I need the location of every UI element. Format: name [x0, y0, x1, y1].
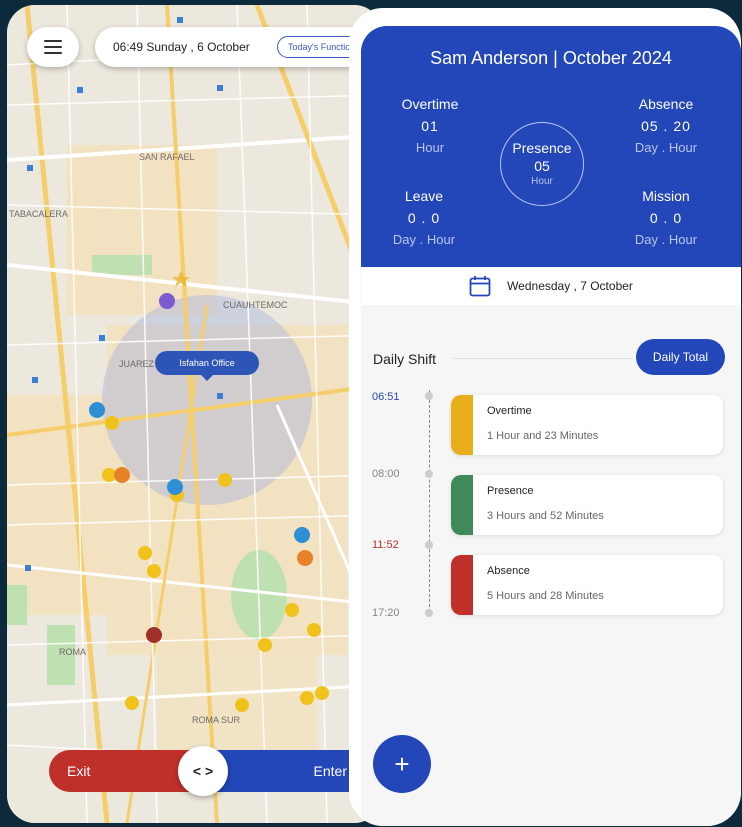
- exit-enter-control: Exit Enter < >: [49, 746, 349, 796]
- presence-value: 05: [534, 158, 550, 174]
- presence-circle: Presence 05 Hour: [500, 122, 584, 206]
- slide-toggle-knob[interactable]: < >: [178, 746, 228, 796]
- label-tabacalera: TABACALERA: [9, 209, 68, 219]
- shift-name: Overtime: [487, 405, 532, 417]
- timeline-dot: [425, 609, 433, 617]
- selected-date: Wednesday , 7 October: [507, 279, 633, 293]
- timeline-track: [429, 390, 430, 612]
- shift-color-bar: [451, 395, 473, 455]
- shift-color-bar: [451, 475, 473, 535]
- office-location-tag[interactable]: Isfahan Office: [155, 351, 259, 381]
- shift-color-bar: [451, 555, 473, 615]
- summary-header: Sam Anderson | October 2024 Overtime 01 …: [361, 26, 741, 267]
- overtime-value: 01: [421, 118, 439, 134]
- shift-duration: 1 Hour and 23 Minutes: [487, 430, 599, 442]
- shift-card-presence[interactable]: Presence 3 Hours and 52 Minutes: [451, 475, 723, 535]
- label-cuauhtemoc: CUAUHTEMOC: [223, 300, 288, 310]
- label-roma: ROMA: [59, 647, 86, 657]
- shift-duration: 3 Hours and 52 Minutes: [487, 510, 604, 522]
- leave-unit: Day . Hour: [392, 232, 456, 247]
- absence-unit: Day . Hour: [634, 140, 698, 155]
- mission-value: 0 . 0: [649, 210, 683, 226]
- leave-stat: Leave 0 . 0 Day . Hour: [369, 188, 479, 247]
- time-label: 17:20: [372, 607, 400, 619]
- daily-shift-title: Daily Shift: [373, 351, 437, 367]
- daily-shift-section: Daily Shift Daily Total 06:51 08:00 11:5…: [361, 305, 741, 826]
- date-selector[interactable]: Wednesday , 7 October: [361, 267, 741, 305]
- plus-icon: +: [394, 748, 410, 779]
- absence-stat: Absence 05 . 20 Day . Hour: [611, 96, 721, 155]
- shift-name: Presence: [487, 485, 534, 497]
- shift-duration: 5 Hours and 28 Minutes: [487, 590, 604, 602]
- daily-total-button[interactable]: Daily Total: [636, 339, 725, 375]
- leave-label: Leave: [404, 188, 444, 204]
- overtime-label: Overtime: [401, 96, 459, 112]
- mission-unit: Day . Hour: [634, 232, 698, 247]
- overtime-unit: Hour: [415, 140, 445, 155]
- timeline-dot: [425, 470, 433, 478]
- time-label: 11:52: [372, 539, 399, 551]
- presence-unit: Hour: [531, 176, 553, 187]
- leave-value: 0 . 0: [407, 210, 441, 226]
- calendar-icon: [469, 276, 491, 297]
- divider: [453, 358, 633, 359]
- user-month-title: Sam Anderson | October 2024: [430, 48, 672, 68]
- time-label: 08:00: [372, 468, 400, 480]
- shift-card-absence[interactable]: Absence 5 Hours and 28 Minutes: [451, 555, 723, 615]
- shift-card-overtime[interactable]: Overtime 1 Hour and 23 Minutes: [451, 395, 723, 455]
- label-juarez: JUAREZ: [119, 359, 155, 369]
- presence-label: Presence: [512, 140, 572, 156]
- hamburger-icon: [44, 40, 62, 54]
- timeline-dot: [425, 392, 433, 400]
- mission-label: Mission: [642, 188, 690, 204]
- overtime-stat: Overtime 01 Hour: [375, 96, 485, 155]
- absence-label: Absence: [638, 96, 694, 112]
- map-screen: SAN RAFAEL TABACALERA CUAUHTEMOC JUAREZ …: [7, 5, 382, 823]
- add-button[interactable]: +: [373, 735, 431, 793]
- label-roma-sur: ROMA SUR: [192, 715, 241, 725]
- absence-value: 05 . 20: [641, 118, 691, 134]
- city-map[interactable]: SAN RAFAEL TABACALERA CUAUHTEMOC JUAREZ …: [7, 5, 382, 823]
- current-datetime: 06:49 Sunday , 6 October: [113, 40, 250, 54]
- label-san-rafael: SAN RAFAEL: [139, 152, 195, 162]
- timeline-dot: [425, 541, 433, 549]
- time-label: 06:51: [372, 391, 400, 403]
- map-top-bar: 06:49 Sunday , 6 October Today's Functio…: [27, 27, 382, 67]
- attendance-screen: Sam Anderson | October 2024 Overtime 01 …: [349, 8, 741, 826]
- menu-button[interactable]: [27, 27, 79, 67]
- mission-stat: Mission 0 . 0 Day . Hour: [611, 188, 721, 247]
- shift-name: Absence: [487, 565, 530, 577]
